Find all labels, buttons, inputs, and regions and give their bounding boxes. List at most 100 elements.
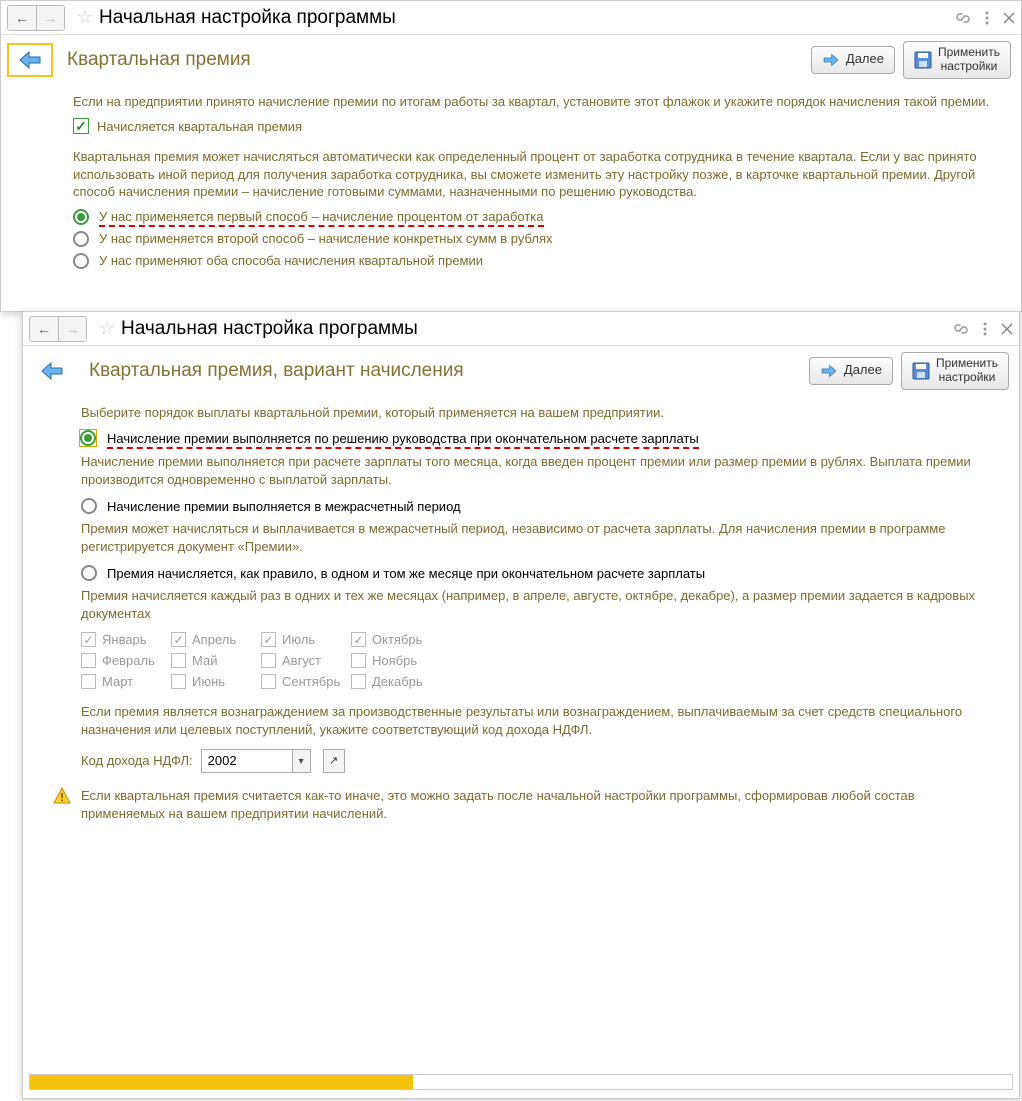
checkbox-icon bbox=[351, 632, 366, 647]
month-oct[interactable]: Октябрь bbox=[351, 632, 451, 647]
intro-text: Выберите порядок выплаты квартальной пре… bbox=[81, 404, 999, 422]
back-arrow-button[interactable] bbox=[7, 43, 53, 77]
title-bar: ← → ☆ Начальная настройка программы bbox=[1, 1, 1021, 35]
radio-icon bbox=[81, 498, 97, 514]
window-title: Начальная настройка программы bbox=[99, 7, 955, 29]
nav-forward-button[interactable]: → bbox=[58, 317, 86, 341]
next-button[interactable]: Далее bbox=[811, 46, 895, 74]
month-feb[interactable]: Февраль bbox=[81, 653, 171, 668]
optionA-desc: Начисление премии выполняется при расчет… bbox=[81, 453, 999, 488]
radio-icon bbox=[73, 253, 89, 269]
favorite-star-icon[interactable]: ☆ bbox=[75, 7, 95, 28]
quarterly-bonus-checkbox-row[interactable]: ✓ Начисляется квартальная премия bbox=[73, 118, 1001, 134]
nav-buttons: ← → bbox=[29, 316, 87, 342]
month-mar[interactable]: Март bbox=[81, 674, 171, 689]
checkbox-icon bbox=[351, 653, 366, 668]
floppy-icon bbox=[914, 51, 932, 69]
ndfl-input[interactable] bbox=[202, 750, 292, 772]
next-button-label: Далее bbox=[846, 52, 884, 67]
title-bar: ← → ☆ Начальная настройка программы bbox=[23, 312, 1019, 346]
link-icon[interactable] bbox=[955, 10, 971, 26]
checkbox-icon bbox=[171, 632, 186, 647]
checkbox-icon bbox=[261, 632, 276, 647]
month-jun[interactable]: Июнь bbox=[171, 674, 261, 689]
checkbox-icon bbox=[261, 653, 276, 668]
progress-bar bbox=[29, 1074, 1013, 1090]
toolbar: Квартальная премия, вариант начисления Д… bbox=[23, 346, 1019, 394]
radio-icon bbox=[73, 231, 89, 247]
optionA-row[interactable]: Начисление премии выполняется по решению… bbox=[79, 429, 999, 447]
apply-button-label: Применить настройки bbox=[936, 357, 998, 385]
checkbox-label: Начисляется квартальная премия bbox=[97, 119, 302, 134]
progress-fill bbox=[30, 1075, 413, 1089]
month-nov[interactable]: Ноябрь bbox=[351, 653, 451, 668]
option3-row[interactable]: У нас применяют оба способа начисления к… bbox=[73, 253, 1001, 269]
open-external-button[interactable]: ↗ bbox=[323, 749, 345, 773]
optionB-desc: Премия может начисляться и выплачивается… bbox=[81, 520, 999, 555]
option2-label: У нас применяется второй способ – начисл… bbox=[99, 231, 552, 246]
ndfl-combo[interactable]: ▼ bbox=[201, 749, 311, 773]
optionA-label: Начисление премии выполняется по решению… bbox=[107, 431, 699, 446]
radio-icon bbox=[80, 430, 96, 446]
optionC-label: Премия начисляется, как правило, в одном… bbox=[107, 566, 705, 581]
optionC-row[interactable]: Премия начисляется, как правило, в одном… bbox=[81, 565, 999, 581]
ndfl-intro: Если премия является вознаграждением за … bbox=[81, 703, 999, 738]
back-arrow-button[interactable] bbox=[29, 354, 75, 388]
warning-icon bbox=[53, 787, 71, 823]
content-area: Если на предприятии принято начисление п… bbox=[1, 83, 1021, 285]
radio-icon bbox=[81, 565, 97, 581]
next-button[interactable]: Далее bbox=[809, 357, 893, 385]
months-grid: Январь Апрель Июль Октябрь Февраль Май А… bbox=[81, 632, 999, 689]
checkbox-icon bbox=[81, 653, 96, 668]
toolbar: Квартальная премия Далее Применить настр… bbox=[1, 35, 1021, 83]
nav-back-button[interactable]: ← bbox=[8, 6, 36, 30]
ndfl-label: Код дохода НДФЛ: bbox=[81, 753, 193, 768]
arrow-right-icon bbox=[820, 362, 838, 380]
optionB-row[interactable]: Начисление премии выполняется в межрасче… bbox=[81, 498, 999, 514]
window-bonus-variant: ← → ☆ Начальная настройка программы Квар… bbox=[22, 311, 1020, 1099]
optionB-label: Начисление премии выполняется в межрасче… bbox=[107, 499, 461, 514]
checkbox-icon bbox=[81, 674, 96, 689]
checkbox-icon bbox=[81, 632, 96, 647]
dropdown-icon[interactable]: ▼ bbox=[292, 750, 310, 772]
intro-text: Если на предприятии принято начисление п… bbox=[73, 93, 1001, 111]
section-title: Квартальная премия bbox=[67, 49, 803, 71]
checkbox-icon: ✓ bbox=[73, 118, 89, 134]
month-may[interactable]: Май bbox=[171, 653, 261, 668]
month-dec[interactable]: Декабрь bbox=[351, 674, 451, 689]
checkbox-icon bbox=[351, 674, 366, 689]
option2-row[interactable]: У нас применяется второй способ – начисл… bbox=[73, 231, 1001, 247]
month-jul[interactable]: Июль bbox=[261, 632, 351, 647]
option1-row[interactable]: У нас применяется первый способ – начисл… bbox=[73, 209, 1001, 225]
apply-settings-button[interactable]: Применить настройки bbox=[903, 41, 1011, 79]
window-title: Начальная настройка программы bbox=[121, 318, 953, 340]
warning-text: Если квартальная премия считается как-то… bbox=[81, 787, 999, 823]
radio-icon bbox=[73, 209, 89, 225]
arrow-right-icon bbox=[822, 51, 840, 69]
floppy-icon bbox=[912, 362, 930, 380]
checkbox-icon bbox=[171, 674, 186, 689]
apply-button-label: Применить настройки bbox=[938, 46, 1000, 74]
content-area: Выберите порядок выплаты квартальной пре… bbox=[23, 394, 1019, 833]
next-button-label: Далее bbox=[844, 363, 882, 378]
link-icon[interactable] bbox=[953, 321, 969, 337]
ndfl-field-row: Код дохода НДФЛ: ▼ ↗ bbox=[81, 749, 999, 773]
nav-forward-button[interactable]: → bbox=[36, 6, 64, 30]
month-aug[interactable]: Август bbox=[261, 653, 351, 668]
apply-settings-button[interactable]: Применить настройки bbox=[901, 352, 1009, 390]
warning-row: Если квартальная премия считается как-то… bbox=[53, 787, 999, 823]
month-sep[interactable]: Сентябрь bbox=[261, 674, 351, 689]
more-menu-icon[interactable] bbox=[983, 321, 987, 337]
month-apr[interactable]: Апрель bbox=[171, 632, 261, 647]
favorite-star-icon[interactable]: ☆ bbox=[97, 318, 117, 339]
more-menu-icon[interactable] bbox=[985, 10, 989, 26]
nav-buttons: ← → bbox=[7, 5, 65, 31]
close-icon[interactable] bbox=[1003, 12, 1015, 24]
nav-back-button[interactable]: ← bbox=[30, 317, 58, 341]
optionC-desc: Премия начисляется каждый раз в одних и … bbox=[81, 587, 999, 622]
month-jan[interactable]: Январь bbox=[81, 632, 171, 647]
description-text: Квартальная премия может начисляться авт… bbox=[73, 148, 1001, 201]
window-quarterly-bonus: ← → ☆ Начальная настройка программы Квар… bbox=[0, 0, 1022, 312]
close-icon[interactable] bbox=[1001, 323, 1013, 335]
checkbox-icon bbox=[261, 674, 276, 689]
